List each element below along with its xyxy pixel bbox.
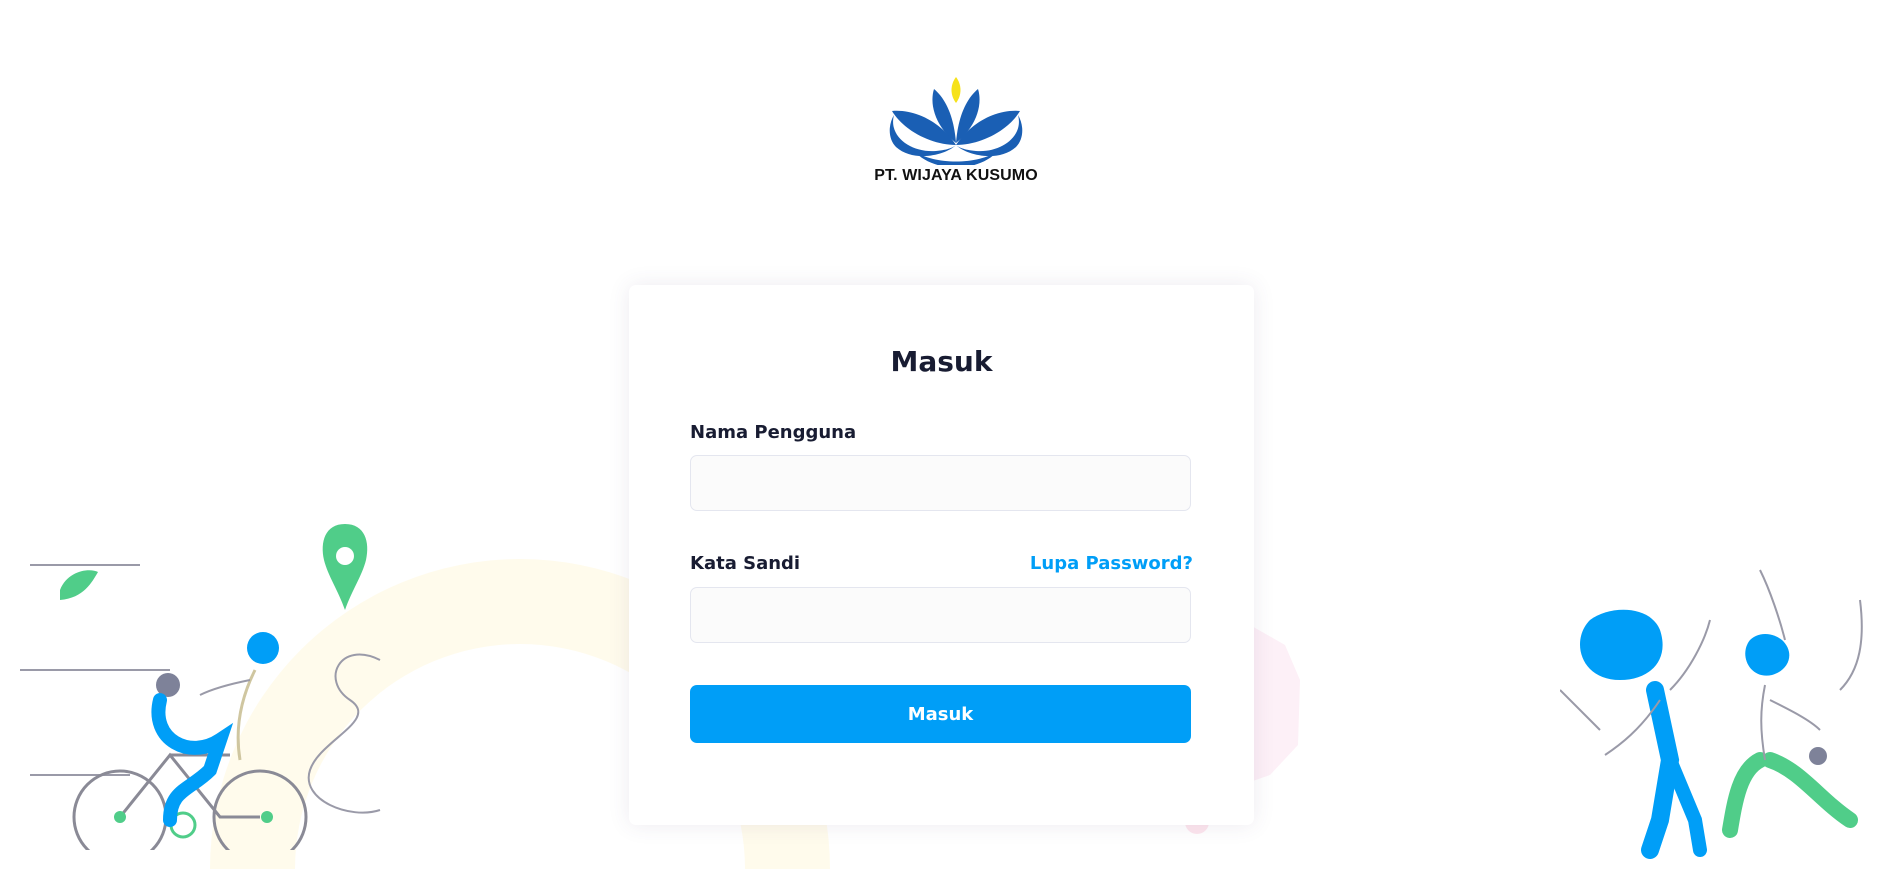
cyclists-illustration [20,524,381,850]
dancing-people-illustration [1560,569,1863,859]
page-title: Masuk [890,345,993,378]
username-label: Nama Pengguna [690,422,857,443]
password-input[interactable] [690,587,1191,643]
login-card: Masuk Nama Pengguna Kata Sandi Lupa Pass… [629,285,1254,825]
company-logo: PT. WIJAYA KUSUMO [861,55,1051,235]
lotus-logo-icon [889,77,1022,165]
username-input[interactable] [690,455,1191,511]
forgot-password-link[interactable]: Lupa Password? [1030,553,1193,574]
password-label: Kata Sandi [690,553,801,574]
login-button[interactable]: Masuk [690,685,1191,743]
company-name: PT. WIJAYA KUSUMO [874,167,1038,184]
